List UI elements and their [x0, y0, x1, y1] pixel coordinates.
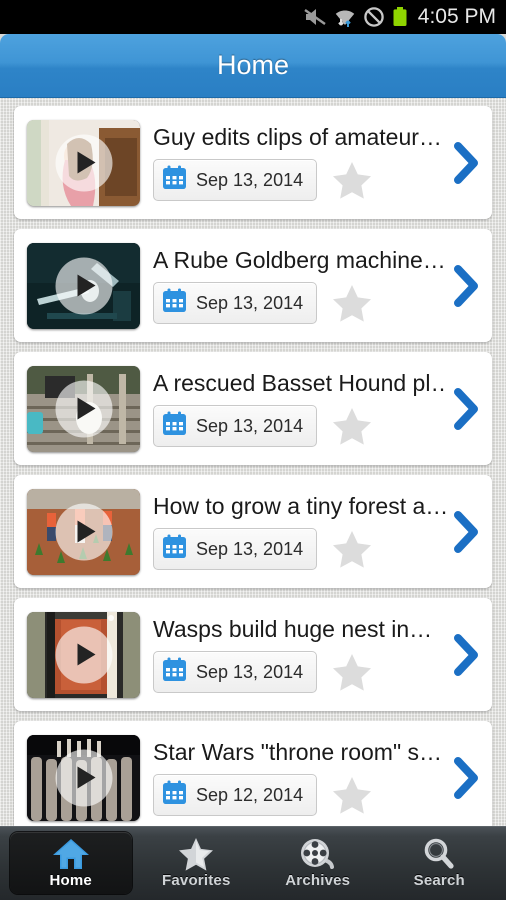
date-badge: Sep 13, 2014 — [153, 159, 318, 201]
item-title: Guy edits clips of amateur… — [153, 124, 442, 150]
item-title: Wasps build huge nest in… — [153, 616, 433, 642]
video-thumbnail[interactable] — [27, 488, 140, 575]
item-body: A rescued Basset Hound pl… Sep 13, 2014 — [140, 366, 448, 452]
home-icon — [52, 837, 90, 871]
item-date: Sep 13, 2014 — [196, 415, 304, 436]
list-item[interactable]: Wasps build huge nest in… Sep 13, 2014 — [14, 598, 492, 711]
star-icon — [177, 837, 215, 871]
chevron-right-icon[interactable] — [448, 387, 482, 431]
date-badge: Sep 13, 2014 — [153, 282, 318, 324]
app-root: 4:05 PM Home Guy edits clips of amateur…… — [0, 0, 506, 900]
wifi-icon — [334, 6, 356, 28]
chevron-right-icon[interactable] — [448, 756, 482, 800]
chevron-right-icon[interactable] — [448, 633, 482, 677]
tab-label-archives: Archives — [285, 872, 351, 889]
battery-icon — [392, 6, 408, 28]
item-meta: Sep 13, 2014 — [153, 159, 448, 201]
item-meta: Sep 13, 2014 — [153, 282, 448, 324]
status-bar: 4:05 PM — [0, 0, 506, 34]
list-item[interactable]: A Rube Goldberg machine… Sep 13, 2014 — [14, 229, 492, 342]
do-not-disturb-icon — [363, 6, 385, 28]
item-title: Star Wars "throne room" s… — [153, 739, 442, 765]
magnifier-icon — [420, 837, 458, 871]
item-body: Wasps build huge nest in… Sep 13, 2014 — [140, 612, 448, 698]
date-badge: Sep 12, 2014 — [153, 774, 318, 816]
favorite-star-icon[interactable] — [331, 529, 373, 569]
item-date: Sep 12, 2014 — [196, 784, 304, 805]
item-meta: Sep 12, 2014 — [153, 774, 448, 816]
list-item[interactable]: How to grow a tiny forest a… Sep 13, 201… — [14, 475, 492, 588]
header-bar: Home — [0, 34, 506, 98]
item-body: How to grow a tiny forest a… Sep 13, 201… — [140, 489, 448, 575]
item-date: Sep 13, 2014 — [196, 169, 304, 190]
item-date: Sep 13, 2014 — [196, 538, 304, 559]
tab-label-favorites: Favorites — [162, 872, 231, 889]
calendar-icon — [162, 411, 187, 441]
item-title: A Rube Goldberg machine… — [153, 247, 446, 273]
video-thumbnail[interactable] — [27, 119, 140, 206]
list-item[interactable]: Star Wars "throne room" s… Sep 12, 2014 — [14, 721, 492, 826]
item-title: A rescued Basset Hound pl… — [153, 370, 448, 396]
list-item[interactable]: A rescued Basset Hound pl… Sep 13, 2014 — [14, 352, 492, 465]
chevron-right-icon[interactable] — [448, 264, 482, 308]
item-title: How to grow a tiny forest a… — [153, 493, 448, 519]
status-time: 4:05 PM — [417, 5, 496, 28]
favorite-star-icon[interactable] — [331, 160, 373, 200]
item-body: Guy edits clips of amateur… Sep 13, 2014 — [140, 120, 448, 206]
tab-archives[interactable]: Archives — [257, 832, 379, 894]
video-list[interactable]: Guy edits clips of amateur… Sep 13, 2014… — [0, 98, 506, 826]
calendar-icon — [162, 534, 187, 564]
item-body: A Rube Goldberg machine… Sep 13, 2014 — [140, 243, 448, 329]
tab-search[interactable]: Search — [379, 832, 501, 894]
date-badge: Sep 13, 2014 — [153, 651, 318, 693]
tab-label-search: Search — [413, 872, 465, 889]
item-meta: Sep 13, 2014 — [153, 528, 448, 570]
play-icon[interactable] — [55, 257, 112, 314]
favorite-star-icon[interactable] — [331, 283, 373, 323]
date-badge: Sep 13, 2014 — [153, 405, 318, 447]
play-icon[interactable] — [55, 134, 112, 191]
film-reel-icon — [299, 837, 337, 871]
chevron-right-icon[interactable] — [448, 510, 482, 554]
play-icon[interactable] — [55, 503, 112, 560]
calendar-icon — [162, 657, 187, 687]
tab-favorites[interactable]: Favorites — [136, 832, 258, 894]
item-meta: Sep 13, 2014 — [153, 651, 448, 693]
favorite-star-icon[interactable] — [331, 775, 373, 815]
calendar-icon — [162, 288, 187, 318]
tab-home[interactable]: Home — [10, 832, 132, 894]
item-date: Sep 13, 2014 — [196, 661, 304, 682]
play-icon[interactable] — [55, 749, 112, 806]
play-icon[interactable] — [55, 380, 112, 437]
item-date: Sep 13, 2014 — [196, 292, 304, 313]
favorite-star-icon[interactable] — [331, 652, 373, 692]
list-item[interactable]: Guy edits clips of amateur… Sep 13, 2014 — [14, 106, 492, 219]
chevron-right-icon[interactable] — [448, 141, 482, 185]
calendar-icon — [162, 780, 187, 810]
favorite-star-icon[interactable] — [331, 406, 373, 446]
tab-label-home: Home — [49, 872, 92, 889]
video-thumbnail[interactable] — [27, 611, 140, 698]
calendar-icon — [162, 165, 187, 195]
bottom-navigation: Home Favorites Archives Search — [0, 826, 506, 900]
page-title: Home — [216, 50, 290, 80]
item-body: Star Wars "throne room" s… Sep 12, 2014 — [140, 735, 448, 821]
mute-icon — [304, 7, 327, 27]
play-icon[interactable] — [55, 626, 112, 683]
date-badge: Sep 13, 2014 — [153, 528, 318, 570]
video-thumbnail[interactable] — [27, 734, 140, 821]
video-thumbnail[interactable] — [27, 365, 140, 452]
item-meta: Sep 13, 2014 — [153, 405, 448, 447]
video-thumbnail[interactable] — [27, 242, 140, 329]
